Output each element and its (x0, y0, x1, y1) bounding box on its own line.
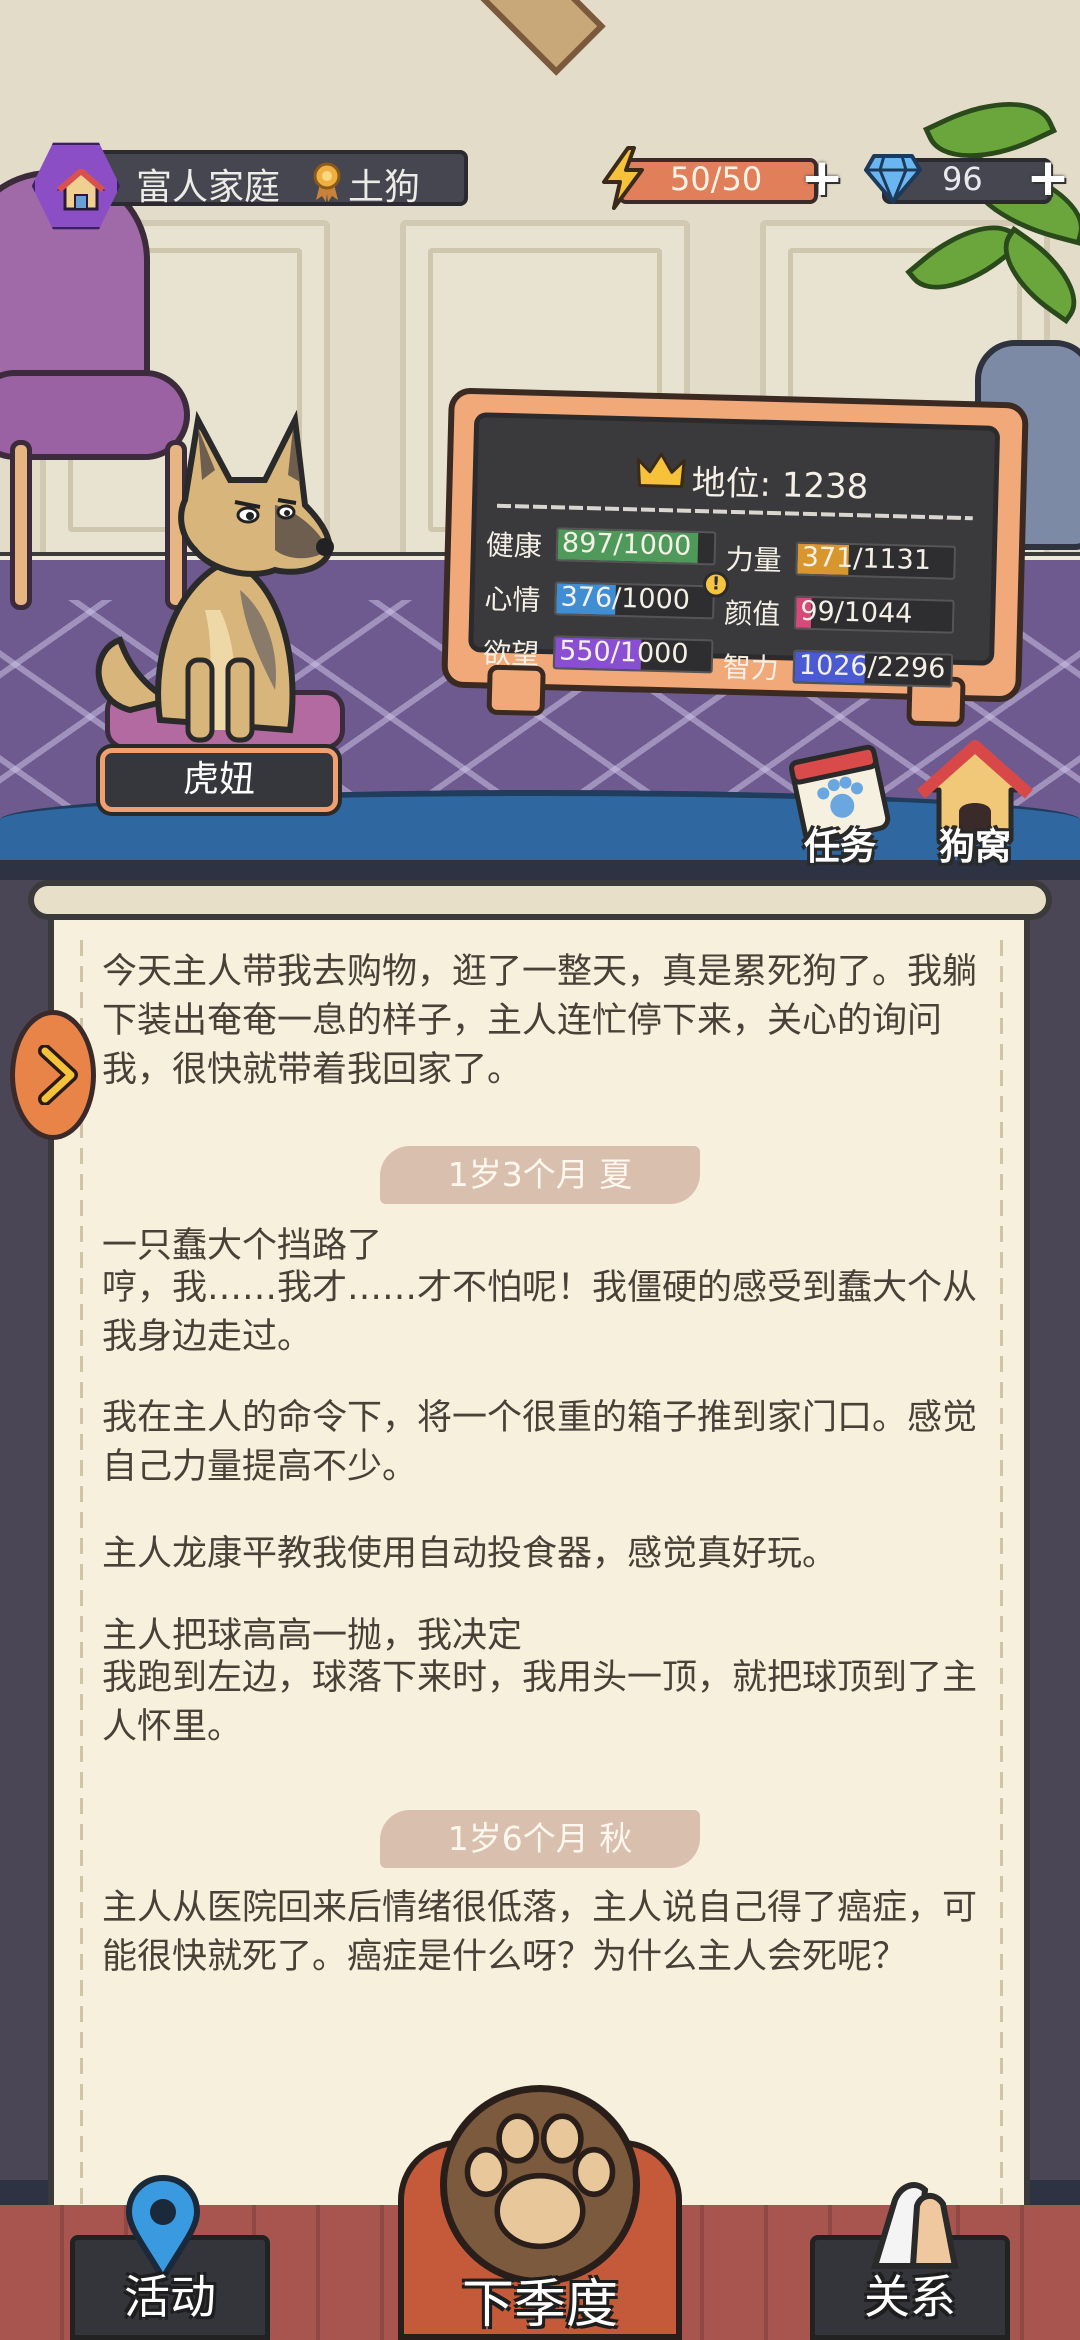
handshake-icon (870, 2182, 959, 2269)
activity-button[interactable]: 活动 (70, 2174, 270, 2340)
gem-counter[interactable]: 96 + (862, 150, 1072, 210)
wall-frame (464, 0, 606, 76)
next-season-label: 下季度 (461, 2275, 618, 2335)
medal-icon (313, 162, 341, 202)
add-gems-button[interactable]: + (1024, 152, 1072, 204)
stat-desire: 欲望 550/1000 (483, 629, 714, 674)
paw-icon (464, 2113, 616, 2250)
story-paragraph: 主人龙康平教我使用自动投食器，感觉真好玩。 (102, 1534, 838, 1574)
expand-side-button[interactable] (10, 1010, 96, 1140)
diamond-icon (864, 154, 922, 204)
task-label: 任务 (803, 827, 876, 868)
gem-value: 96 (942, 160, 983, 198)
stats-board[interactable]: 地位: 1238 健康 897/1000 力量 371/1131 心情 376/… (441, 387, 1029, 728)
crown-icon (636, 452, 686, 489)
season-tag: 1岁3个月 夏 (380, 1146, 700, 1204)
story-paragraph: 哼，我……我才……才不怕呢！我僵硬的感受到蠢大个从我身边走过。 (102, 1268, 978, 1357)
paw-button-icon[interactable] (440, 2085, 640, 2285)
stat-intelligence: 智力 1026/2296 (722, 644, 954, 688)
relations-button[interactable]: 关系 (810, 2182, 1010, 2340)
story-paragraph: 我在主人的命令下，将一个很重的箱子推到家门口。感觉自己力量提高不少。 (102, 1398, 978, 1487)
chevron-right-icon (38, 1045, 78, 1105)
energy-meter[interactable]: 50/50 + (598, 146, 846, 210)
pet-name: 虎妞 (182, 759, 255, 800)
task-button[interactable]: 任务 (780, 740, 900, 868)
stat-looks: 颜值 99/1044 (724, 590, 955, 634)
family-type-label: 富人家庭 (136, 167, 281, 208)
relations-label: 关系 (864, 2270, 956, 2324)
dog-character[interactable] (90, 410, 370, 750)
lightning-icon (602, 146, 644, 210)
story-paragraph: 今天主人带我去购物，逛了一整天，真是累死狗了。我躺下装出奄奄一息的样子，主人连忙… (102, 952, 978, 1090)
stat-health: 健康 897/1000 (485, 521, 717, 566)
energy-value: 50/50 (670, 160, 763, 198)
status-score: 地位: 1238 (691, 462, 869, 508)
pet-nameplate[interactable]: 虎妞 (100, 748, 338, 812)
story-paragraph: 主人从医院回来后情绪很低落，主人说自己得了癌症，可能很快就死了。癌症是什么呀？为… (102, 1888, 978, 1977)
kennel-label: 狗窝 (938, 827, 1011, 868)
story-paragraph: 我跑到左边，球落下来时，我用头一顶，就把球顶到了主人怀里。 (102, 1658, 978, 1747)
activity-label: 活动 (124, 2270, 216, 2324)
breed-label: 土狗 (348, 167, 421, 208)
season-tag: 1岁6个月 秋 (380, 1810, 700, 1868)
stat-strength: 力量 371/1131 (725, 536, 957, 580)
add-energy-button[interactable]: + (798, 152, 846, 204)
family-status-bar[interactable]: 富人家庭 土狗 (30, 140, 468, 230)
kennel-button[interactable]: 狗窝 (915, 740, 1035, 868)
stat-mood: 心情 376/1000 ! (484, 571, 730, 620)
